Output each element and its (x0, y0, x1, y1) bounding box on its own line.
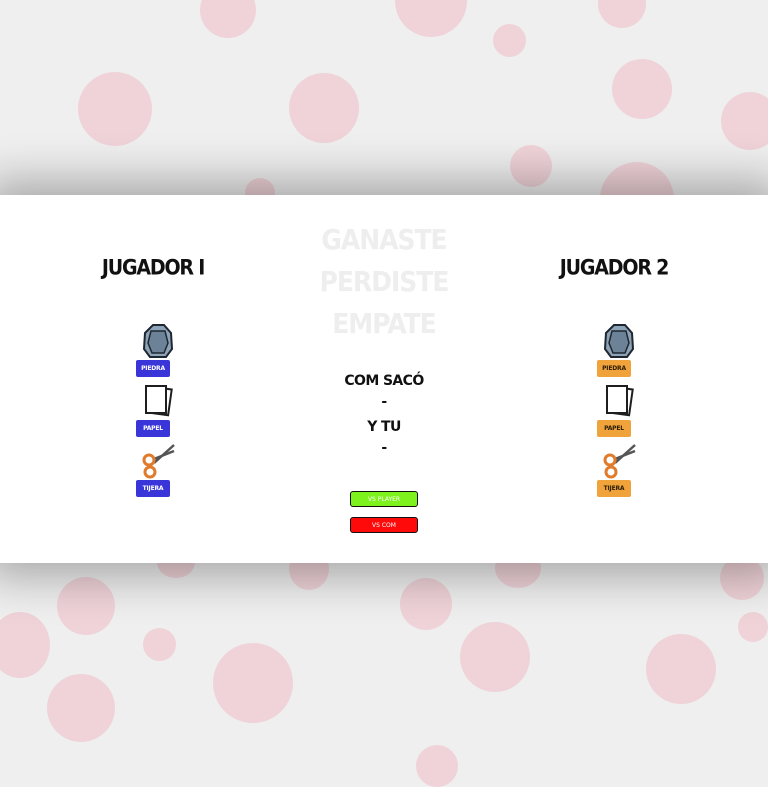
com-value: - (381, 394, 387, 410)
background-dot (721, 92, 768, 150)
vs-com-button[interactable]: VS COM (350, 517, 418, 533)
vs-player-button[interactable]: VS PLAYER (350, 491, 418, 507)
player1-choice-paper[interactable]: PAPEL (136, 383, 180, 439)
background-dot (400, 578, 452, 630)
scissors-icon (142, 444, 175, 479)
background-dot (200, 0, 256, 38)
player2-paper-button[interactable]: PAPEL (597, 420, 631, 437)
background-dot (143, 628, 176, 661)
player2-rock-button[interactable]: PIEDRA (597, 360, 631, 377)
player2-choice-rock[interactable]: PIEDRA (597, 323, 641, 379)
result-draw: EMPATE (332, 307, 437, 340)
player1-title: JUGADOR I (101, 255, 205, 281)
game-panel: JUGADOR I PIEDRA PAPEL TIJERA GANASTE PE… (0, 195, 768, 563)
background-dot (460, 622, 530, 692)
rock-icon (603, 324, 635, 358)
player1-scissors-button[interactable]: TIJERA (136, 480, 170, 497)
background-dot (416, 745, 458, 787)
background-dot (213, 643, 293, 723)
background-dot (598, 0, 646, 28)
background-dot (510, 145, 552, 187)
background-dot (0, 612, 50, 678)
background-dot (738, 612, 768, 642)
player1-rock-button[interactable]: PIEDRA (136, 360, 170, 377)
player2-choice-paper[interactable]: PAPEL (597, 383, 641, 439)
paper-icon (145, 385, 173, 417)
player1-choice-rock[interactable]: PIEDRA (136, 323, 180, 379)
background-dot (493, 24, 526, 57)
background-dot (78, 72, 152, 146)
background-dot (612, 59, 672, 119)
player1-choice-scissors[interactable]: TIJERA (136, 443, 180, 499)
result-win: GANASTE (321, 223, 447, 256)
background-dot (57, 577, 115, 635)
player2-choice-scissors[interactable]: TIJERA (597, 443, 641, 499)
result-lose: PERDISTE (319, 265, 450, 298)
background-dot (47, 674, 115, 742)
you-value: - (381, 440, 387, 456)
background-dot (395, 0, 467, 37)
rock-icon (142, 324, 174, 358)
you-label: Y TU (367, 419, 401, 435)
player2-title: JUGADOR 2 (559, 255, 670, 281)
com-label: COM SACÓ (344, 373, 424, 389)
player1-paper-button[interactable]: PAPEL (136, 420, 170, 437)
player2-scissors-button[interactable]: TIJERA (597, 480, 631, 497)
paper-icon (606, 385, 634, 417)
scissors-icon (603, 444, 636, 479)
background-dot (289, 73, 359, 143)
background-dot (646, 634, 716, 704)
